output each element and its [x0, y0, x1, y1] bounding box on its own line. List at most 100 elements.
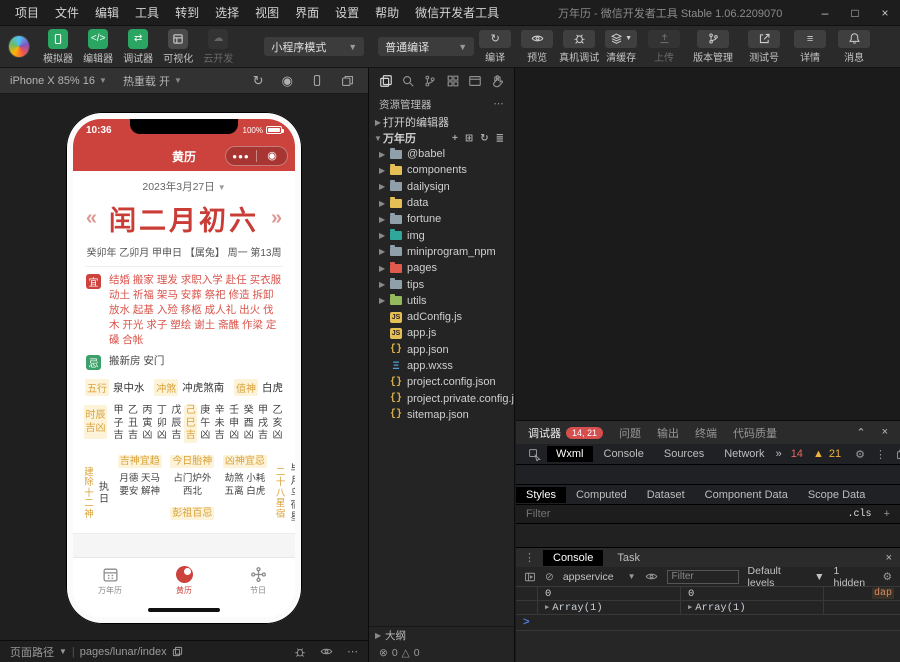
tree-folder-miniprogram-npm[interactable]: ▶ miniprogram_npm: [369, 244, 514, 260]
styles-filter-input[interactable]: Filter: [526, 508, 550, 520]
log-source-link[interactable]: dap: [871, 588, 894, 599]
device-debug-button[interactable]: 真机调试: [558, 26, 600, 68]
record-icon[interactable]: ◉: [282, 73, 293, 89]
upload-button[interactable]: 上传: [642, 26, 686, 68]
compile-button[interactable]: ↻ 编译: [474, 26, 516, 68]
tab-debugger[interactable]: 调试器 14, 21: [528, 425, 604, 441]
menu-item-edit[interactable]: 编辑: [88, 2, 126, 23]
window-layout-icon[interactable]: [468, 74, 482, 88]
path-label-select[interactable]: 页面路径: [10, 644, 54, 660]
warning-count[interactable]: 21: [829, 448, 841, 460]
kebab-menu-icon[interactable]: ⋮: [875, 448, 886, 461]
console-sidebar-icon[interactable]: [524, 571, 536, 583]
tree-file-app-wxss[interactable]: Ξapp.wxss: [369, 358, 514, 374]
collapse-panel-icon[interactable]: ⌃: [856, 426, 865, 439]
more-dots-icon[interactable]: ●●●: [226, 152, 256, 161]
version-control-button[interactable]: 版本管理: [686, 26, 740, 68]
visualizer-toggle-button[interactable]: 可视化: [158, 26, 198, 68]
menu-item-help[interactable]: 帮助: [368, 2, 406, 23]
tree-file-project-config[interactable]: {} project.config.json: [369, 374, 514, 390]
cls-toggle[interactable]: .cls: [848, 509, 872, 520]
tree-folder-img[interactable]: ▶ img: [369, 227, 514, 243]
console-filter-input[interactable]: [666, 569, 739, 584]
hand-icon[interactable]: [490, 74, 504, 88]
menu-item-select[interactable]: 选择: [208, 2, 246, 23]
phone-frame-icon[interactable]: [311, 74, 323, 87]
debugger-toggle-button[interactable]: ⇄ 调试器: [118, 26, 158, 68]
tab-dataset[interactable]: Dataset: [637, 487, 695, 503]
menu-item-settings[interactable]: 设置: [328, 2, 366, 23]
search-icon[interactable]: [401, 74, 415, 88]
simulator-toggle-button[interactable]: 模拟器: [38, 26, 78, 68]
tab-festival[interactable]: 节日: [221, 558, 295, 603]
tree-folder-dailysign[interactable]: ▶ dailysign: [369, 179, 514, 195]
menu-item-devtools[interactable]: 微信开发者工具: [408, 2, 506, 23]
next-day-arrow-icon[interactable]: »: [271, 207, 282, 230]
undock-icon[interactable]: [896, 448, 900, 460]
tab-code-quality[interactable]: 代码质量: [733, 425, 777, 441]
source-control-icon[interactable]: [423, 74, 437, 88]
tree-folder-pages[interactable]: ▶ pages: [369, 260, 514, 276]
mode-select[interactable]: 小程序模式 ▼: [264, 37, 365, 56]
log-levels-select[interactable]: Default levels ▼: [748, 565, 825, 589]
messages-button[interactable]: 消息: [832, 26, 876, 68]
gear-icon[interactable]: ⚙: [855, 448, 865, 461]
tab-scope-data[interactable]: Scope Data: [798, 487, 875, 503]
devtools-tab-console[interactable]: Console: [595, 446, 653, 462]
copy-icon[interactable]: [172, 646, 183, 657]
extensions-icon[interactable]: [446, 74, 460, 88]
preview-button[interactable]: 预览: [516, 26, 558, 68]
devtools-tab-sources[interactable]: Sources: [655, 446, 713, 462]
more-options-icon[interactable]: ⋯: [347, 645, 358, 658]
debug-bug-icon[interactable]: [294, 646, 306, 658]
close-circle-icon[interactable]: ◉: [257, 147, 287, 165]
tree-folder-tips[interactable]: ▶ tips: [369, 276, 514, 292]
more-options-icon[interactable]: ⋯: [494, 98, 505, 110]
error-count[interactable]: 14: [791, 448, 803, 460]
device-select[interactable]: iPhone X 85% 16: [10, 75, 95, 87]
compile-mode-select[interactable]: 普通编译 ▼: [378, 37, 475, 56]
tab-problems[interactable]: 问题: [619, 425, 641, 441]
context-select[interactable]: appservice ▼: [563, 571, 636, 583]
gear-icon[interactable]: ⚙: [883, 571, 892, 583]
refresh-icon[interactable]: ↻: [480, 133, 488, 144]
tab-calendar[interactable]: 万年历: [73, 558, 147, 603]
menu-item-tools[interactable]: 工具: [128, 2, 166, 23]
maximize-button[interactable]: □: [840, 0, 870, 26]
tab-terminal[interactable]: 终端: [695, 425, 717, 441]
clear-cache-button[interactable]: ▼ 清缓存: [600, 26, 642, 68]
console-prompt[interactable]: >: [516, 615, 900, 631]
test-account-button[interactable]: 测试号: [740, 26, 788, 68]
menu-item-view[interactable]: 视图: [248, 2, 286, 23]
tab-almanac[interactable]: 黄历: [147, 558, 221, 603]
multi-window-icon[interactable]: [341, 74, 354, 87]
more-tabs-icon[interactable]: »: [776, 448, 782, 460]
tab-computed[interactable]: Computed: [566, 487, 637, 503]
tree-folder-utils[interactable]: ▶ utils: [369, 293, 514, 309]
add-style-icon[interactable]: +: [884, 508, 890, 520]
tab-output[interactable]: 输出: [657, 425, 679, 441]
hot-reload-toggle[interactable]: 热重载 开: [123, 73, 170, 89]
eye-icon[interactable]: [320, 645, 333, 658]
prev-day-arrow-icon[interactable]: «: [86, 207, 97, 230]
tree-folder-components[interactable]: ▶ components: [369, 162, 514, 178]
kebab-menu-icon[interactable]: ⋮: [524, 551, 535, 564]
devtools-tab-network[interactable]: Network: [715, 446, 773, 462]
cloud-dev-button[interactable]: ☁ 云开发: [198, 26, 238, 68]
tab-component-data[interactable]: Component Data: [695, 487, 798, 503]
project-root-row[interactable]: ▼ 万年历 + ⊞ ↻ ≣: [369, 130, 514, 146]
tree-file-sitemap-json[interactable]: {} sitemap.json: [369, 407, 514, 423]
tree-folder-fortune[interactable]: ▶ fortune: [369, 211, 514, 227]
drawer-tab-console[interactable]: Console: [543, 549, 604, 566]
tree-file-app-json[interactable]: {} app.json: [369, 342, 514, 358]
files-icon[interactable]: [379, 74, 393, 88]
new-file-icon[interactable]: +: [452, 133, 458, 144]
rotate-refresh-icon[interactable]: ↻: [253, 73, 264, 89]
outline-section[interactable]: ▶ 大纲: [369, 626, 514, 643]
devtools-tab-wxml[interactable]: Wxml: [547, 446, 593, 462]
tab-styles[interactable]: Styles: [516, 486, 566, 503]
eye-icon[interactable]: [645, 570, 658, 583]
open-editors-section[interactable]: ▶ 打开的编辑器: [369, 114, 514, 130]
tree-file-project-private-config[interactable]: {}project.private.config.js...: [369, 390, 514, 406]
clear-console-icon[interactable]: ⊘: [545, 571, 554, 583]
